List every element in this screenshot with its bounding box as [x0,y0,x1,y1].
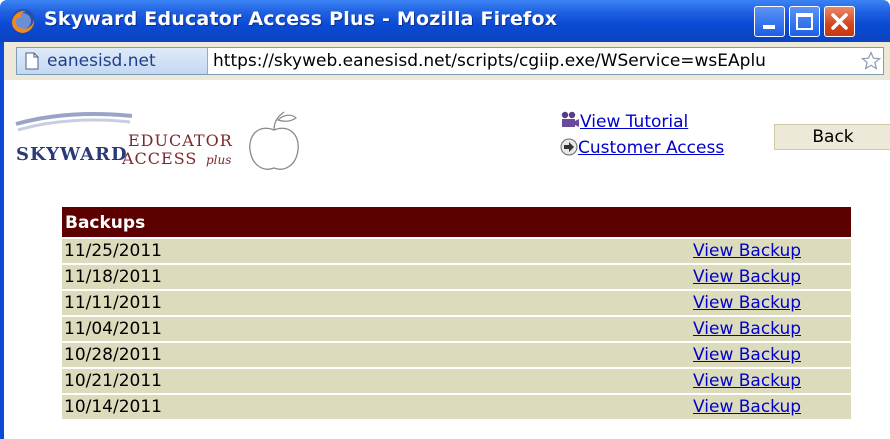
minimize-icon [763,25,775,29]
backup-date: 11/18/2011 [64,267,162,287]
close-icon [831,13,848,30]
view-backup-link[interactable]: View Backup [693,369,801,393]
table-row: 11/25/2011 View Backup [62,239,851,263]
backup-date: 11/25/2011 [64,241,162,261]
view-backup-link[interactable]: View Backup [693,343,801,367]
table-row: 10/21/2011 View Backup [62,369,851,393]
view-backup-link[interactable]: View Backup [693,395,801,419]
logo-brand-text: SKYWARD [16,144,128,165]
table-row: 10/14/2011 View Backup [62,395,851,419]
window-title: Skyward Educator Access Plus - Mozilla F… [44,8,558,30]
backup-date: 11/11/2011 [64,293,162,313]
logo-plus-text: plus [206,153,231,167]
view-tutorial-link[interactable]: View Tutorial [580,112,688,132]
table-row: 11/04/2011 View Backup [62,317,851,341]
backups-heading: Backups [62,207,851,237]
backup-date: 10/28/2011 [64,345,162,365]
apple-icon [249,127,299,170]
window-title-bar[interactable]: Skyward Educator Access Plus - Mozilla F… [0,0,890,42]
table-row: 10/28/2011 View Backup [62,343,851,367]
table-row: 11/11/2011 View Backup [62,291,851,315]
view-backup-link[interactable]: View Backup [693,239,801,263]
view-backup-link[interactable]: View Backup [693,291,801,315]
logo-access-text: ACCESS [121,149,197,168]
maximize-icon [796,13,813,30]
bookmark-star-icon[interactable] [861,51,881,71]
view-tutorial-link-row: View Tutorial [560,111,688,132]
backups-table: Backups 11/25/2011 View Backup 11/18/201… [62,207,851,419]
logo-educator-text: EDUCATOR [128,131,233,150]
backup-date: 10/14/2011 [64,397,162,417]
customer-access-link-row: Customer Access [560,138,724,158]
customer-access-link[interactable]: Customer Access [578,138,724,158]
firefox-icon [11,9,35,34]
page-icon [25,52,39,70]
view-backup-link[interactable]: View Backup [693,317,801,341]
skyward-logo: SKYWARD EDUCATOR ACCESS plus [15,111,299,170]
site-identity-badge[interactable]: eanesisd.net [17,48,208,74]
navigation-toolbar: eanesisd.net https://skyweb.eanesisd.net… [0,42,890,80]
url-text[interactable]: https://skyweb.eanesisd.net/scripts/cgii… [213,51,766,71]
minimize-button[interactable] [754,6,785,37]
table-row: 11/18/2011 View Backup [62,265,851,289]
back-button[interactable]: Back [774,124,890,150]
site-name: eanesisd.net [47,51,156,71]
maximize-button[interactable] [789,6,820,37]
close-button[interactable] [824,6,855,37]
backup-date: 10/21/2011 [64,371,162,391]
backup-date: 11/04/2011 [64,319,162,339]
view-backup-link[interactable]: View Backup [693,265,801,289]
arrow-circle-icon [560,138,578,156]
page-content: SKYWARD EDUCATOR ACCESS plus View Tutori… [0,80,890,439]
url-bar[interactable]: eanesisd.net https://skyweb.eanesisd.net… [16,47,884,75]
film-camera-icon [561,111,579,127]
